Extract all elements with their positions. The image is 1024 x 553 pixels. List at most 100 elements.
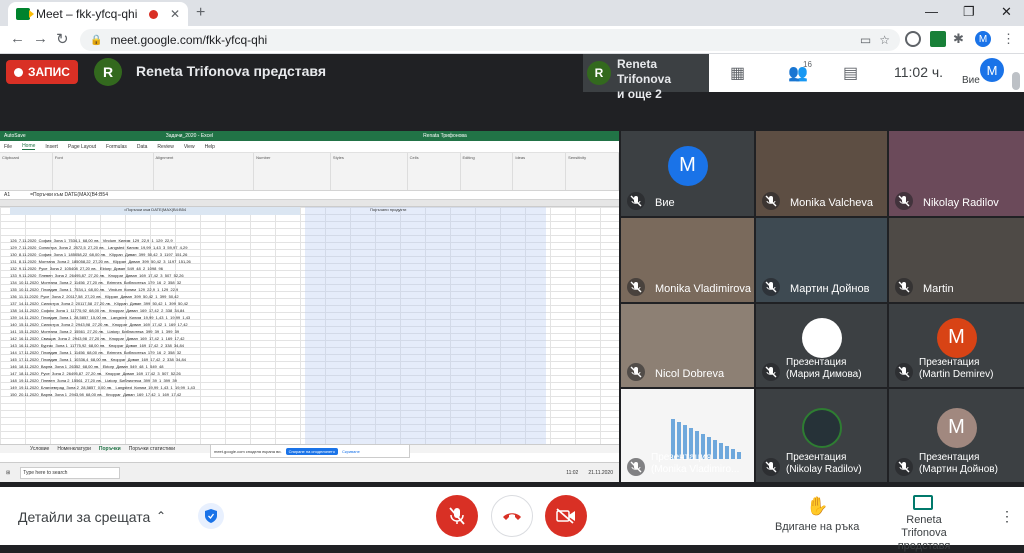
participant-tile[interactable]: M Вие [621, 131, 754, 216]
participant-tile[interactable]: Nikolay Radilov [889, 131, 1024, 216]
table-row[interactable]: 147 18.11.2020 Русе Зона 2 26495,87 27,2… [0, 370, 546, 377]
meeting-details-button[interactable]: Детайли за срещата [18, 509, 150, 525]
mic-muted-icon [895, 192, 913, 210]
stop-sharing-button[interactable]: Спиране на споделянето [285, 447, 338, 455]
table-row[interactable]: 131 8.11.2020 Монтана Зона 2 185058,22 2… [0, 258, 546, 265]
table-row[interactable]: 146 18.11.2020 Варна Зона 1 26352 68,00 … [0, 363, 546, 370]
participant-tile[interactable]: Martin [889, 218, 1024, 302]
camera-off-button[interactable] [545, 495, 587, 537]
ribbon-clipboard[interactable]: Clipboard [0, 153, 53, 190]
ribbon-sensitivity[interactable]: Sensitivity [566, 153, 619, 190]
menu-help[interactable]: Help [205, 144, 215, 150]
raise-hand-icon[interactable]: ✋ [806, 496, 828, 517]
presenting-label[interactable]: Reneta Trifonova представя [884, 514, 964, 553]
windows-start-icon[interactable]: ⊞ [6, 470, 10, 476]
bookmark-star-icon[interactable]: ☆ [879, 33, 890, 47]
table-row[interactable]: 140 15.11.2020 Силистра Зона 2 2943,98 2… [0, 321, 546, 328]
taskbar-search[interactable]: Type here to search [20, 466, 121, 479]
camera-permission-icon[interactable]: ▭ [860, 33, 871, 47]
sheet-tab-active[interactable]: Поръчки [99, 446, 121, 452]
participant-tile[interactable]: Nicol Dobreva [621, 304, 754, 387]
raise-hand-label[interactable]: Вдигане на ръка [775, 521, 859, 533]
participant-tile[interactable]: Monika Valcheva [756, 131, 887, 216]
table-row[interactable]: 148 19.11.2020 Плевен Зона 2 15561 27,20… [0, 377, 546, 384]
participant-tile[interactable]: Презентация (Nikolay Radilov) [756, 389, 887, 482]
ribbon-ideas[interactable]: Ideas [513, 153, 567, 190]
table-row[interactable]: 126 7.11.2020 София Зона 1 7534,1 68,00 … [0, 237, 546, 244]
chat-icon[interactable]: ▤ [843, 63, 858, 83]
extension-circle-icon[interactable] [905, 31, 921, 47]
participant-tile[interactable]: Monika Vladimirova [621, 218, 754, 302]
table-row[interactable]: 138 14.11.2020 София Зона 1 11775,92 68,… [0, 307, 546, 314]
browser-tab[interactable]: Meet – fkk-yfcq-qhi ✕ [8, 2, 188, 26]
participant-tile[interactable]: Презентация (Monika Vladimiro... [621, 389, 754, 482]
table-row[interactable]: 143 16.11.2020 Бургас Зона 1 11775,92 68… [0, 342, 546, 349]
ribbon-alignment[interactable]: Alignment [154, 153, 255, 190]
formula-text[interactable]: =Поръчки към DATE(MAX(B4:B54 [30, 192, 108, 198]
new-tab-button[interactable]: + [196, 4, 205, 22]
present-screen-icon[interactable] [913, 495, 933, 510]
table-row[interactable]: 134 10.11.2020 Монтана Зона 2 11456 27,2… [0, 279, 546, 286]
restore-icon[interactable]: ❐ [963, 4, 975, 20]
extensions-puzzle-icon[interactable]: ✱ [953, 31, 969, 47]
forward-icon[interactable]: → [33, 30, 48, 47]
table-row[interactable]: 144 17.11.2020 Пловдив Зона 1 11456 68,0… [0, 349, 546, 356]
table-row[interactable]: 132 9.11.2020 Русе Зона 2 105408 27,20 л… [0, 265, 546, 272]
menu-insert[interactable]: Insert [45, 144, 58, 150]
panel-scrollbar[interactable] [1012, 72, 1020, 90]
table-row[interactable]: 149 19.11.2020 Благоевград Зона 2 28,585… [0, 384, 546, 391]
close-window-icon[interactable]: ✕ [1001, 4, 1012, 20]
table-row[interactable]: 137 14.11.2020 Силистра Зона 2 20117,58 … [0, 300, 546, 307]
table-row[interactable]: 141 15.11.2020 Монтана Зона 2 15561 27,2… [0, 328, 546, 335]
sheet-tab[interactable]: Номенклатури [57, 446, 91, 452]
table-row[interactable]: 135 10.11.2020 Пловдив Зона 1 7534,1 68,… [0, 286, 546, 293]
sheet-tab[interactable]: Поръчки статистики [129, 446, 175, 452]
layout-grid-icon[interactable]: ▦ [730, 63, 745, 83]
ribbon-editing[interactable]: Editing [461, 153, 514, 190]
ribbon-font[interactable]: Font [53, 153, 154, 190]
table-row[interactable]: 130 8.11.2020 София Зона 1 185058,22 68,… [0, 251, 546, 258]
menu-file[interactable]: File [4, 144, 12, 150]
security-shield-icon[interactable] [198, 503, 224, 529]
minimize-icon[interactable]: — [925, 4, 938, 19]
self-avatar[interactable]: M [980, 58, 1004, 82]
table-row[interactable]: 136 11.11.2020 Русе Зона 2 20117,58 27,2… [0, 293, 546, 300]
hang-up-button[interactable] [491, 495, 533, 537]
table-row[interactable]: 139 14.11.2020 Пловдив Зона 1 28,5857 15… [0, 314, 546, 321]
sheet-tab[interactable]: Условие [30, 446, 49, 452]
menu-review[interactable]: Review [157, 144, 173, 150]
presenters-chip[interactable]: R Reneta Trifonova и още 2 [583, 54, 709, 101]
more-options-icon[interactable]: ⋮ [1000, 508, 1014, 525]
menu-view[interactable]: View [184, 144, 195, 150]
participant-tile[interactable]: Презентация (Мария Димова) [756, 304, 887, 387]
back-icon[interactable]: ← [10, 30, 25, 47]
ribbon-number[interactable]: Number [254, 153, 331, 190]
formula-bar[interactable]: A1 =Поръчки към DATE(MAX(B4:B54 [0, 191, 619, 200]
menu-data[interactable]: Data [137, 144, 148, 150]
participant-tile[interactable]: M Презентация (Мартин Дойнов) [889, 389, 1024, 482]
table-row[interactable]: 142 16.11.2020 Свищов Зона 2 2943,98 27,… [0, 335, 546, 342]
reload-icon[interactable]: ↻ [56, 30, 69, 48]
table-row[interactable]: 150 20.11.2020 Варна Зона 1 2943,98 68,0… [0, 391, 546, 398]
table-row[interactable]: 133 9.11.2020 Плевен Зона 2 26495,87 27,… [0, 272, 546, 279]
table-row[interactable]: 145 17.11.2020 Пловдив Зона 1 10336,4 68… [0, 356, 546, 363]
profile-avatar[interactable]: M [975, 31, 991, 47]
menu-page-layout[interactable]: Page Layout [68, 144, 96, 150]
hide-notice-button[interactable]: Скриване [342, 449, 360, 454]
address-bar[interactable]: 🔒 meet.google.com/fkk-yfcq-qhi ▭ ☆ [80, 29, 900, 51]
participants-count: 16 [803, 60, 812, 69]
mic-off-button[interactable] [436, 495, 478, 537]
close-tab-icon[interactable]: ✕ [170, 7, 180, 21]
menu-formulas[interactable]: Formulas [106, 144, 127, 150]
menu-home[interactable]: Home [22, 143, 36, 150]
participant-tile[interactable]: M Презентация (Martin Demirev) [889, 304, 1024, 387]
spreadsheet-grid[interactable]: =Поръчки към DATE(MAX(B4:B54 Поръчани пр… [0, 207, 619, 444]
chrome-menu-icon[interactable]: ⋮ [1002, 31, 1018, 47]
ribbon-styles[interactable]: Styles [331, 153, 408, 190]
sheets-extension-icon[interactable] [930, 31, 946, 47]
chevron-up-icon[interactable]: ⌃ [156, 509, 166, 523]
ribbon-cells[interactable]: Cells [408, 153, 461, 190]
table-row[interactable]: 129 7.11.2020 Силистра Зона 2 2572,5 27,… [0, 244, 546, 251]
name-box[interactable]: A1 [4, 192, 10, 198]
participant-tile[interactable]: Мартин Дойнов [756, 218, 887, 302]
